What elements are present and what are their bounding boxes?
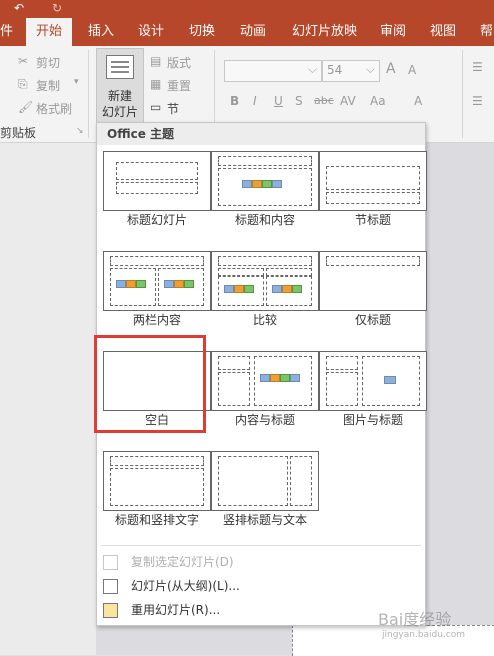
layout-thumbnail	[319, 151, 427, 211]
shadow-button[interactable]: S	[295, 94, 303, 108]
format-painter-icon: 🖌	[18, 100, 34, 114]
group-separator	[88, 50, 89, 138]
new-slide-label-2: 幻灯片	[101, 105, 138, 119]
group-separator	[462, 50, 463, 138]
layout-label: 标题幻灯片	[126, 213, 187, 227]
tab-design[interactable]: 设计	[138, 18, 164, 46]
tab-help[interactable]: 帮	[480, 18, 493, 46]
reset-icon: ▦	[150, 77, 162, 91]
tab-slideshow[interactable]: 幻灯片放映	[292, 18, 357, 46]
section-icon: ▭	[150, 100, 162, 114]
copy-icon: ⎘	[18, 77, 28, 91]
tab-review[interactable]: 审阅	[380, 18, 406, 46]
layout-two-content[interactable]: 两栏内容	[103, 251, 211, 335]
bold-button[interactable]: B	[230, 94, 239, 108]
layout-label: 比较	[252, 313, 277, 327]
new-slide-label-1: 新建	[107, 89, 132, 103]
layout-thumbnail	[103, 151, 211, 211]
tab-animations[interactable]: 动画	[240, 18, 266, 46]
char-spacing-button[interactable]: AV	[340, 94, 356, 108]
layout-label: 内容与标题	[234, 413, 295, 427]
layout-label: 仅标题	[354, 313, 391, 327]
strikethrough-button[interactable]: abc	[314, 94, 334, 107]
layout-title-slide[interactable]: 标题幻灯片	[103, 151, 211, 235]
layout-title-and-vertical-text[interactable]: 标题和竖排文字	[103, 451, 211, 535]
bullets-icon[interactable]: ☰	[472, 60, 483, 74]
change-case-button[interactable]: Aa	[370, 94, 386, 108]
copy-dropdown-icon[interactable]: ▾	[74, 77, 79, 87]
undo-icon[interactable]: ↶	[14, 1, 24, 15]
watermark-text: Bai度经验	[378, 610, 452, 629]
clipboard-launcher-icon[interactable]: ↘	[76, 126, 84, 136]
format-painter-button[interactable]: 格式刷	[36, 100, 72, 117]
slides-from-outline-item[interactable]: 幻灯片(从大纲)(L)...	[97, 575, 425, 597]
layout-title-and-content[interactable]: 标题和内容	[211, 151, 319, 235]
menu-item-label: 重用幻灯片(R)...	[131, 603, 221, 617]
menu-section-title: Office 主题	[97, 123, 425, 145]
font-color-button[interactable]: A	[414, 94, 422, 108]
slide-thumbnail-pane	[0, 143, 96, 655]
layout-label: 竖排标题与文本	[222, 513, 307, 527]
underline-button[interactable]: U	[274, 94, 283, 108]
outline-icon	[103, 579, 118, 594]
layout-label: 标题和内容	[234, 213, 295, 227]
layout-thumbnail	[211, 251, 319, 311]
new-slide-button[interactable]: 新建 幻灯片	[96, 48, 144, 124]
layout-vertical-title-and-text[interactable]: 竖排标题与文本	[211, 451, 319, 535]
layout-content-with-caption[interactable]: 内容与标题	[211, 351, 319, 435]
duplicate-slides-item[interactable]: 复制选定幻灯片(D)	[97, 551, 425, 573]
redo-icon[interactable]: ↻	[52, 1, 62, 15]
layout-thumbnail	[211, 351, 319, 411]
align-icon[interactable]: ☰	[472, 94, 483, 108]
menu-divider	[101, 545, 421, 546]
layout-section-header[interactable]: 节标题	[319, 151, 427, 235]
layout-thumbnail	[319, 351, 427, 411]
layout-label: 节标题	[354, 213, 391, 227]
highlight-box	[94, 335, 206, 433]
layout-icon: ▤	[150, 54, 162, 68]
tab-file[interactable]: 件	[0, 18, 13, 46]
italic-button[interactable]: I	[253, 94, 257, 108]
layout-thumbnail	[103, 451, 211, 511]
menu-item-label: 复制选定幻灯片(D)	[131, 555, 234, 569]
tab-insert[interactable]: 插入	[88, 18, 114, 46]
grow-font-button[interactable]: A	[386, 61, 396, 77]
font-size-value: 54	[327, 63, 343, 77]
reuse-slides-item[interactable]: 重用幻灯片(R)...	[97, 599, 425, 621]
watermark: Bai度经验 jingyan.baidu.com	[378, 606, 490, 650]
title-bar: ↶ ↻	[0, 0, 494, 18]
reset-button[interactable]: 重置	[167, 77, 191, 94]
tab-transitions[interactable]: 切换	[189, 18, 215, 46]
duplicate-slide-icon	[103, 555, 118, 570]
font-size-combo[interactable]: 54 ⌵	[322, 60, 380, 82]
layout-label: 两栏内容	[132, 313, 181, 327]
cut-icon: ✂	[18, 54, 29, 68]
layout-button[interactable]: 版式	[167, 54, 191, 71]
layout-thumbnail	[211, 151, 319, 211]
reuse-slides-icon	[103, 603, 118, 618]
layout-label: 图片与标题	[342, 413, 403, 427]
new-slide-icon	[106, 55, 134, 79]
layout-thumbnail	[319, 251, 427, 311]
clipboard-group-label: 剪贴板	[0, 126, 37, 140]
shrink-font-button[interactable]: A	[408, 63, 416, 77]
font-name-combo[interactable]: ⌵	[224, 60, 322, 82]
ribbon-tabs: 件 开始 插入 设计 切换 动画 幻灯片放映 审阅 视图 帮	[0, 18, 494, 46]
layout-thumbnail	[211, 451, 319, 511]
menu-item-label: 幻灯片(从大纲)(L)...	[131, 579, 240, 593]
layout-label: 标题和竖排文字	[114, 513, 199, 527]
tab-view[interactable]: 视图	[430, 18, 456, 46]
tab-home[interactable]: 开始	[26, 18, 72, 46]
section-button[interactable]: 节	[167, 100, 179, 117]
layout-comparison[interactable]: 比较	[211, 251, 319, 335]
cut-button[interactable]: 剪切	[36, 54, 60, 71]
copy-button[interactable]: 复制	[36, 77, 60, 94]
layout-title-only[interactable]: 仅标题	[319, 251, 427, 335]
watermark-url: jingyan.baidu.com	[382, 630, 466, 640]
layout-thumbnail	[103, 251, 211, 311]
layout-picture-with-caption[interactable]: 图片与标题	[319, 351, 427, 435]
